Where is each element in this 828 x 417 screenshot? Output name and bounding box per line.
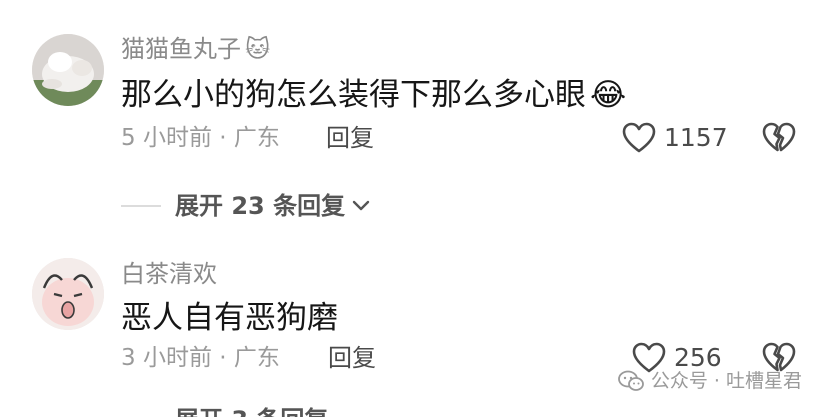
expand-label: 展开 23 条回复 [175,192,346,220]
username-2[interactable]: 白茶清欢 [121,259,217,289]
comment-meta-2: 3 小时前 · 广东 [121,345,280,371]
comment-list: 猫猫鱼丸子 🐱 那么小的狗怎么装得下那么多心眼 😂 5 小时前 · 广东 回复 11… [0,0,828,417]
expand-replies-1[interactable]: 展开 23 条回复 [121,191,371,221]
cat-emoji-icon: 🐱 [245,35,271,63]
comment-body: 那么小的狗怎么装得下那么多心眼 [121,77,586,113]
like-button-1[interactable]: 1157 [622,122,728,154]
username-text: 猫猫鱼丸子 [121,35,241,63]
avatar-2[interactable] [32,258,104,330]
avatar-1[interactable] [32,34,104,106]
cat-avatar-image [32,34,104,106]
wechat-icon [617,370,644,391]
dislike-button-1[interactable] [762,122,796,154]
watermark-text: 公众号 · 吐槽星君 [650,370,802,392]
comment-text-1: 那么小的狗怎么装得下那么多心眼 😂 [121,75,626,115]
reply-button-1[interactable]: 回复 [326,123,374,153]
comment-meta-1: 5 小时前 · 广东 [121,125,280,151]
watermark: 公众号 · 吐槽星君 [617,368,802,394]
laughing-emoji-icon: 😂 [590,77,627,113]
expand-divider [121,205,161,207]
expand-replies-2[interactable]: 展开 3 条回复 [175,405,328,417]
heart-outline-icon [622,122,656,153]
reply-button-2[interactable]: 回复 [328,343,376,373]
broken-heart-icon [762,122,796,152]
username-text: 白茶清欢 [121,260,217,288]
comment-text-2: 恶人自有恶狗磨 [121,298,338,338]
like-count-1: 1157 [664,123,728,152]
cartoon-avatar-image [32,258,104,330]
username-1[interactable]: 猫猫鱼丸子 🐱 [121,34,270,64]
comment-body: 恶人自有恶狗磨 [121,300,338,336]
chevron-down-icon [345,199,371,213]
